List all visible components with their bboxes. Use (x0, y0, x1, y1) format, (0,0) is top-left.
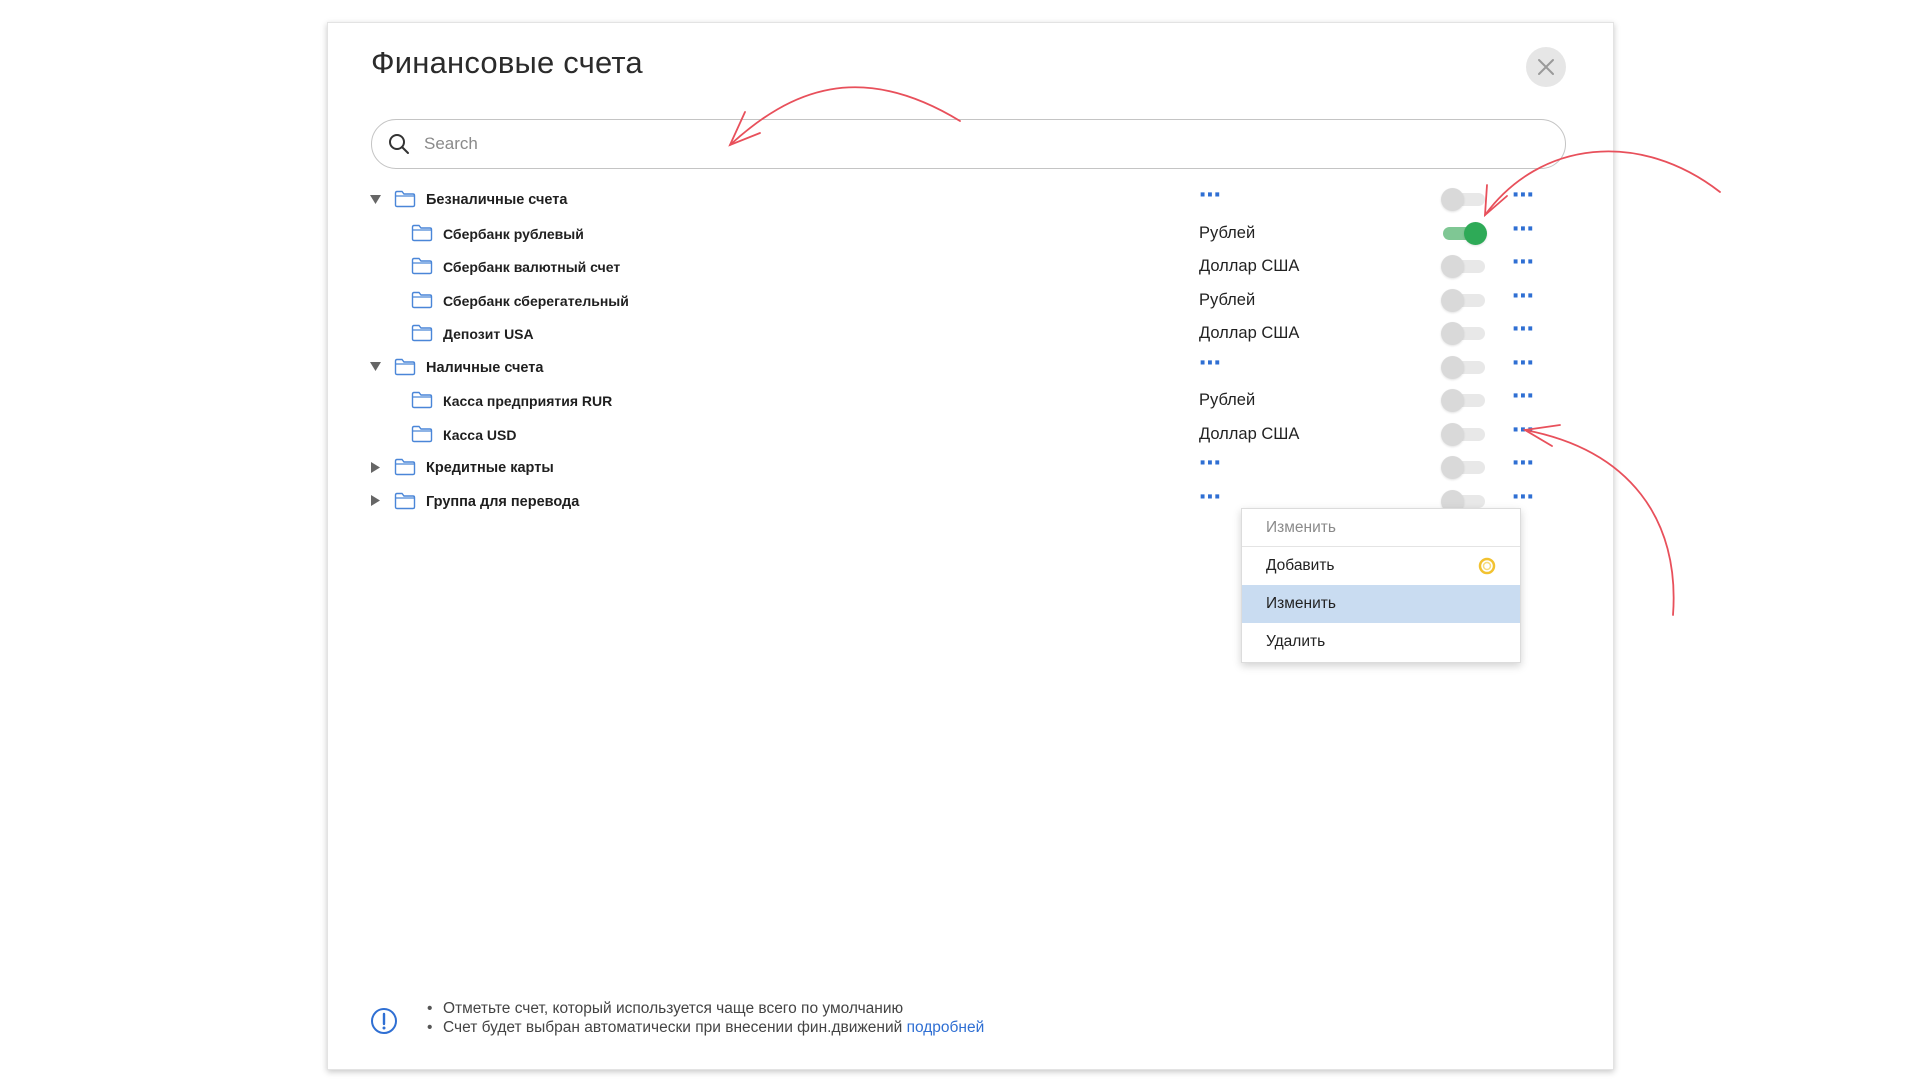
tree-account-row[interactable]: Депозит USA Доллар США ⋯ (328, 318, 1615, 352)
dialog-title: Финансовые счета (371, 45, 643, 80)
toggle-knob (1441, 389, 1464, 412)
group-more-menu-icon[interactable]: ⋯ (1199, 351, 1222, 374)
menu-item-delete[interactable]: Удалить (1242, 623, 1520, 661)
tree-item-label: Кредитные карты (426, 460, 554, 476)
footer-notes: Отметьте счет, который используется чаще… (425, 999, 984, 1037)
folder-icon (411, 425, 433, 443)
folder-icon (394, 458, 416, 476)
tree-item-label: Касса предприятия RUR (443, 393, 613, 409)
toggle-knob (1464, 221, 1487, 245)
tree-item-label: Сбербанк рублевый (443, 225, 584, 242)
row-more-menu-icon[interactable]: ⋯ (1512, 385, 1535, 407)
default-account-toggle[interactable] (1441, 422, 1487, 446)
tree-account-row[interactable]: Сбербанк рублевый Рублей ⋯ (328, 217, 1615, 252)
menu-item-add[interactable]: Добавить (1242, 547, 1520, 585)
toggle-knob (1441, 322, 1464, 345)
default-account-toggle[interactable] (1441, 355, 1487, 379)
tree-item-label: Группа для перевода (426, 493, 580, 510)
close-icon (1538, 59, 1554, 75)
tree-account-row[interactable]: Касса предприятия RUR Рублей ⋯ (328, 385, 1615, 419)
row-more-menu-icon[interactable]: ⋯ (1512, 351, 1535, 374)
folder-icon (394, 358, 416, 376)
search-icon (386, 131, 412, 157)
caret-down-icon[interactable] (369, 193, 381, 205)
account-currency: Рублей (1199, 223, 1256, 242)
tree-item-label: Безналичные счета (426, 192, 568, 208)
tree-group-row[interactable]: Кредитные карты ⋯ ⋯ (328, 452, 1615, 486)
tree-account-row[interactable]: Сбербанк валютный счет Доллар США ⋯ (328, 251, 1615, 285)
tree-item-label: Депозит USA (443, 326, 534, 342)
caret-right-icon[interactable] (369, 461, 381, 473)
tree-account-row[interactable]: Касса USD Доллар США ⋯ (328, 418, 1615, 453)
tree-item-label: Касса USD (443, 426, 517, 443)
financial-accounts-dialog: Финансовые счета Безналичные счета⋯⋯Сбер… (327, 22, 1614, 1070)
footer-note: Счет будет выбран автоматически при внес… (425, 1018, 984, 1037)
toggle-knob (1441, 188, 1464, 211)
toggle-knob (1441, 355, 1464, 379)
footer-info: Отметьте счет, который используется чаще… (370, 999, 1270, 1049)
default-account-toggle[interactable] (1441, 389, 1487, 412)
folder-icon (411, 291, 433, 309)
search-box[interactable] (371, 119, 1566, 169)
default-account-toggle[interactable] (1441, 255, 1487, 278)
caret-right-icon[interactable] (369, 495, 381, 507)
toggle-knob (1441, 456, 1464, 479)
tree-group-row[interactable]: Наличные счета ⋯ ⋯ (328, 351, 1615, 386)
footer-note: Отметьте счет, который используется чаще… (425, 999, 984, 1018)
row-more-menu-icon[interactable]: ⋯ (1512, 485, 1535, 508)
folder-icon (411, 324, 433, 342)
info-icon (371, 1008, 397, 1034)
tree-group-row[interactable]: Безналичные счета ⋯ ⋯ (328, 184, 1615, 218)
row-context-menu: Изменить Добавить Изменить Удалить (1241, 508, 1521, 663)
caret-down-icon[interactable] (369, 361, 381, 373)
account-currency: Рублей (1199, 391, 1256, 409)
context-menu-header: Изменить (1242, 509, 1520, 547)
group-more-menu-icon[interactable]: ⋯ (1199, 452, 1222, 474)
close-button[interactable] (1526, 47, 1566, 87)
row-more-menu-icon[interactable]: ⋯ (1512, 184, 1535, 206)
menu-item-delete-label: Удалить (1266, 633, 1326, 650)
search-input[interactable] (424, 134, 1524, 154)
default-account-toggle[interactable] (1441, 456, 1487, 479)
tree-account-row[interactable]: Сбербанк сберегательный Рублей ⋯ (328, 284, 1615, 319)
row-more-menu-icon[interactable]: ⋯ (1512, 452, 1535, 474)
folder-icon (394, 190, 416, 208)
default-account-toggle[interactable] (1441, 221, 1487, 245)
menu-item-edit-label: Изменить (1266, 595, 1336, 612)
toggle-knob (1441, 288, 1464, 312)
row-more-menu-icon[interactable]: ⋯ (1512, 284, 1535, 307)
ring-icon (1478, 557, 1496, 575)
default-account-toggle[interactable] (1441, 188, 1487, 211)
toggle-knob (1441, 422, 1464, 446)
tree-item-label: Сбербанк валютный счет (443, 259, 621, 275)
tree-item-label: Наличные счета (426, 359, 544, 376)
account-currency: Доллар США (1199, 324, 1300, 342)
account-currency: Рублей (1199, 290, 1256, 309)
row-more-menu-icon[interactable]: ⋯ (1512, 318, 1535, 340)
menu-item-edit[interactable]: Изменить (1242, 585, 1520, 623)
account-currency: Доллар США (1199, 257, 1300, 275)
tree-item-label: Сбербанк сберегательный (443, 292, 629, 309)
row-more-menu-icon[interactable]: ⋯ (1512, 217, 1535, 240)
more-info-link[interactable]: подробней (907, 1019, 985, 1036)
group-more-menu-icon[interactable]: ⋯ (1199, 485, 1222, 508)
row-more-menu-icon[interactable]: ⋯ (1512, 418, 1535, 441)
folder-icon (394, 492, 416, 510)
toggle-knob (1441, 255, 1464, 278)
account-currency: Доллар США (1199, 424, 1300, 443)
group-more-menu-icon[interactable]: ⋯ (1199, 184, 1222, 206)
default-account-toggle[interactable] (1441, 322, 1487, 345)
folder-icon (411, 224, 433, 242)
row-more-menu-icon[interactable]: ⋯ (1512, 251, 1535, 273)
menu-item-add-label: Добавить (1266, 557, 1335, 574)
folder-icon (411, 391, 433, 409)
default-account-toggle[interactable] (1441, 288, 1487, 312)
folder-icon (411, 257, 433, 275)
